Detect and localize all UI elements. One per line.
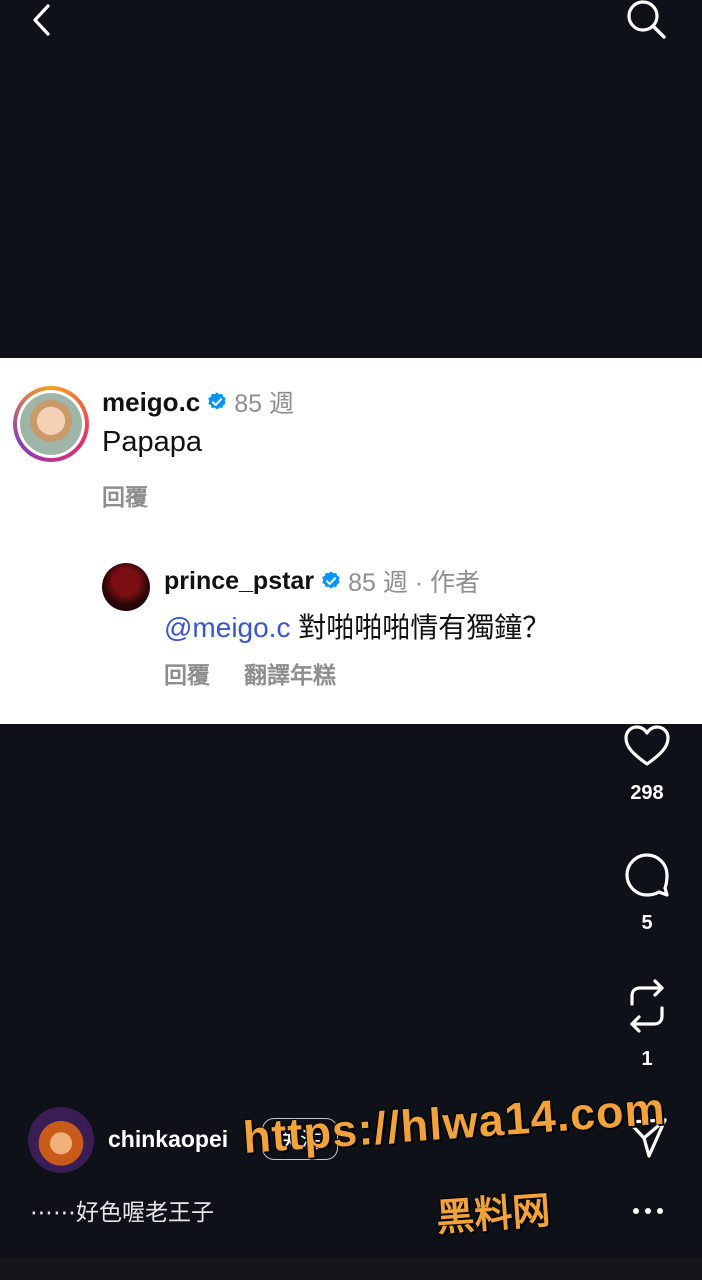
search-icon	[627, 0, 666, 39]
search-button[interactable]	[622, 0, 670, 40]
reply-username[interactable]: prince_pstar	[164, 567, 314, 596]
comment-text: Papapa	[102, 426, 202, 458]
comment-screenshot: meigo.c 85 週 Papapa 回覆 prince_pstar 85 週…	[0, 358, 702, 724]
like-action[interactable]: 298	[610, 724, 684, 805]
comment-action[interactable]: 5	[610, 852, 684, 935]
repost-action[interactable]: 1	[610, 978, 684, 1071]
heart-icon	[624, 725, 670, 766]
back-button[interactable]	[22, 0, 62, 40]
author-username[interactable]: chinkaopei	[108, 1126, 228, 1153]
verified-icon	[322, 571, 340, 589]
comment-header: meigo.c 85 週	[102, 384, 294, 420]
reply-translate-button[interactable]: 翻譯年糕	[244, 656, 336, 690]
more-button[interactable]	[628, 1196, 668, 1226]
author-avatar[interactable]	[28, 1107, 94, 1173]
reply-actions: 回覆 翻譯年糕	[164, 656, 336, 690]
more-dots-icon	[633, 1208, 663, 1214]
comment-avatar[interactable]	[13, 386, 89, 462]
comment-bubble-icon	[625, 853, 669, 897]
reply-text: @meigo.c 對啪啪啪情有獨鐘？	[164, 606, 550, 646]
reply-meta: 85 週 · 作者	[348, 569, 481, 597]
bottom-bar	[0, 1258, 702, 1280]
comment-reply-button[interactable]: 回覆	[102, 478, 148, 512]
chevron-left-icon	[33, 4, 50, 36]
comment-username[interactable]: meigo.c	[102, 387, 200, 418]
comment-count: 5	[641, 912, 653, 934]
reply-avatar[interactable]	[102, 563, 150, 611]
comment-time: 85 週	[234, 390, 295, 418]
post-caption: ⋯⋯好色喔老王子	[30, 1199, 214, 1225]
reply-body: 對啪啪啪情有獨鐘？	[290, 612, 551, 643]
reply-mention[interactable]: @meigo.c	[164, 612, 290, 643]
reply-reply-button[interactable]: 回覆	[164, 656, 210, 690]
verified-icon	[208, 392, 226, 410]
repost-count: 1	[641, 1048, 653, 1070]
repost-icon	[630, 979, 664, 1033]
reply-header: prince_pstar 85 週 · 作者	[164, 563, 480, 599]
watermark-url: https://hlwa14.com	[241, 1082, 667, 1164]
like-count: 298	[630, 782, 664, 804]
watermark-text: 黑料网	[434, 1190, 552, 1240]
